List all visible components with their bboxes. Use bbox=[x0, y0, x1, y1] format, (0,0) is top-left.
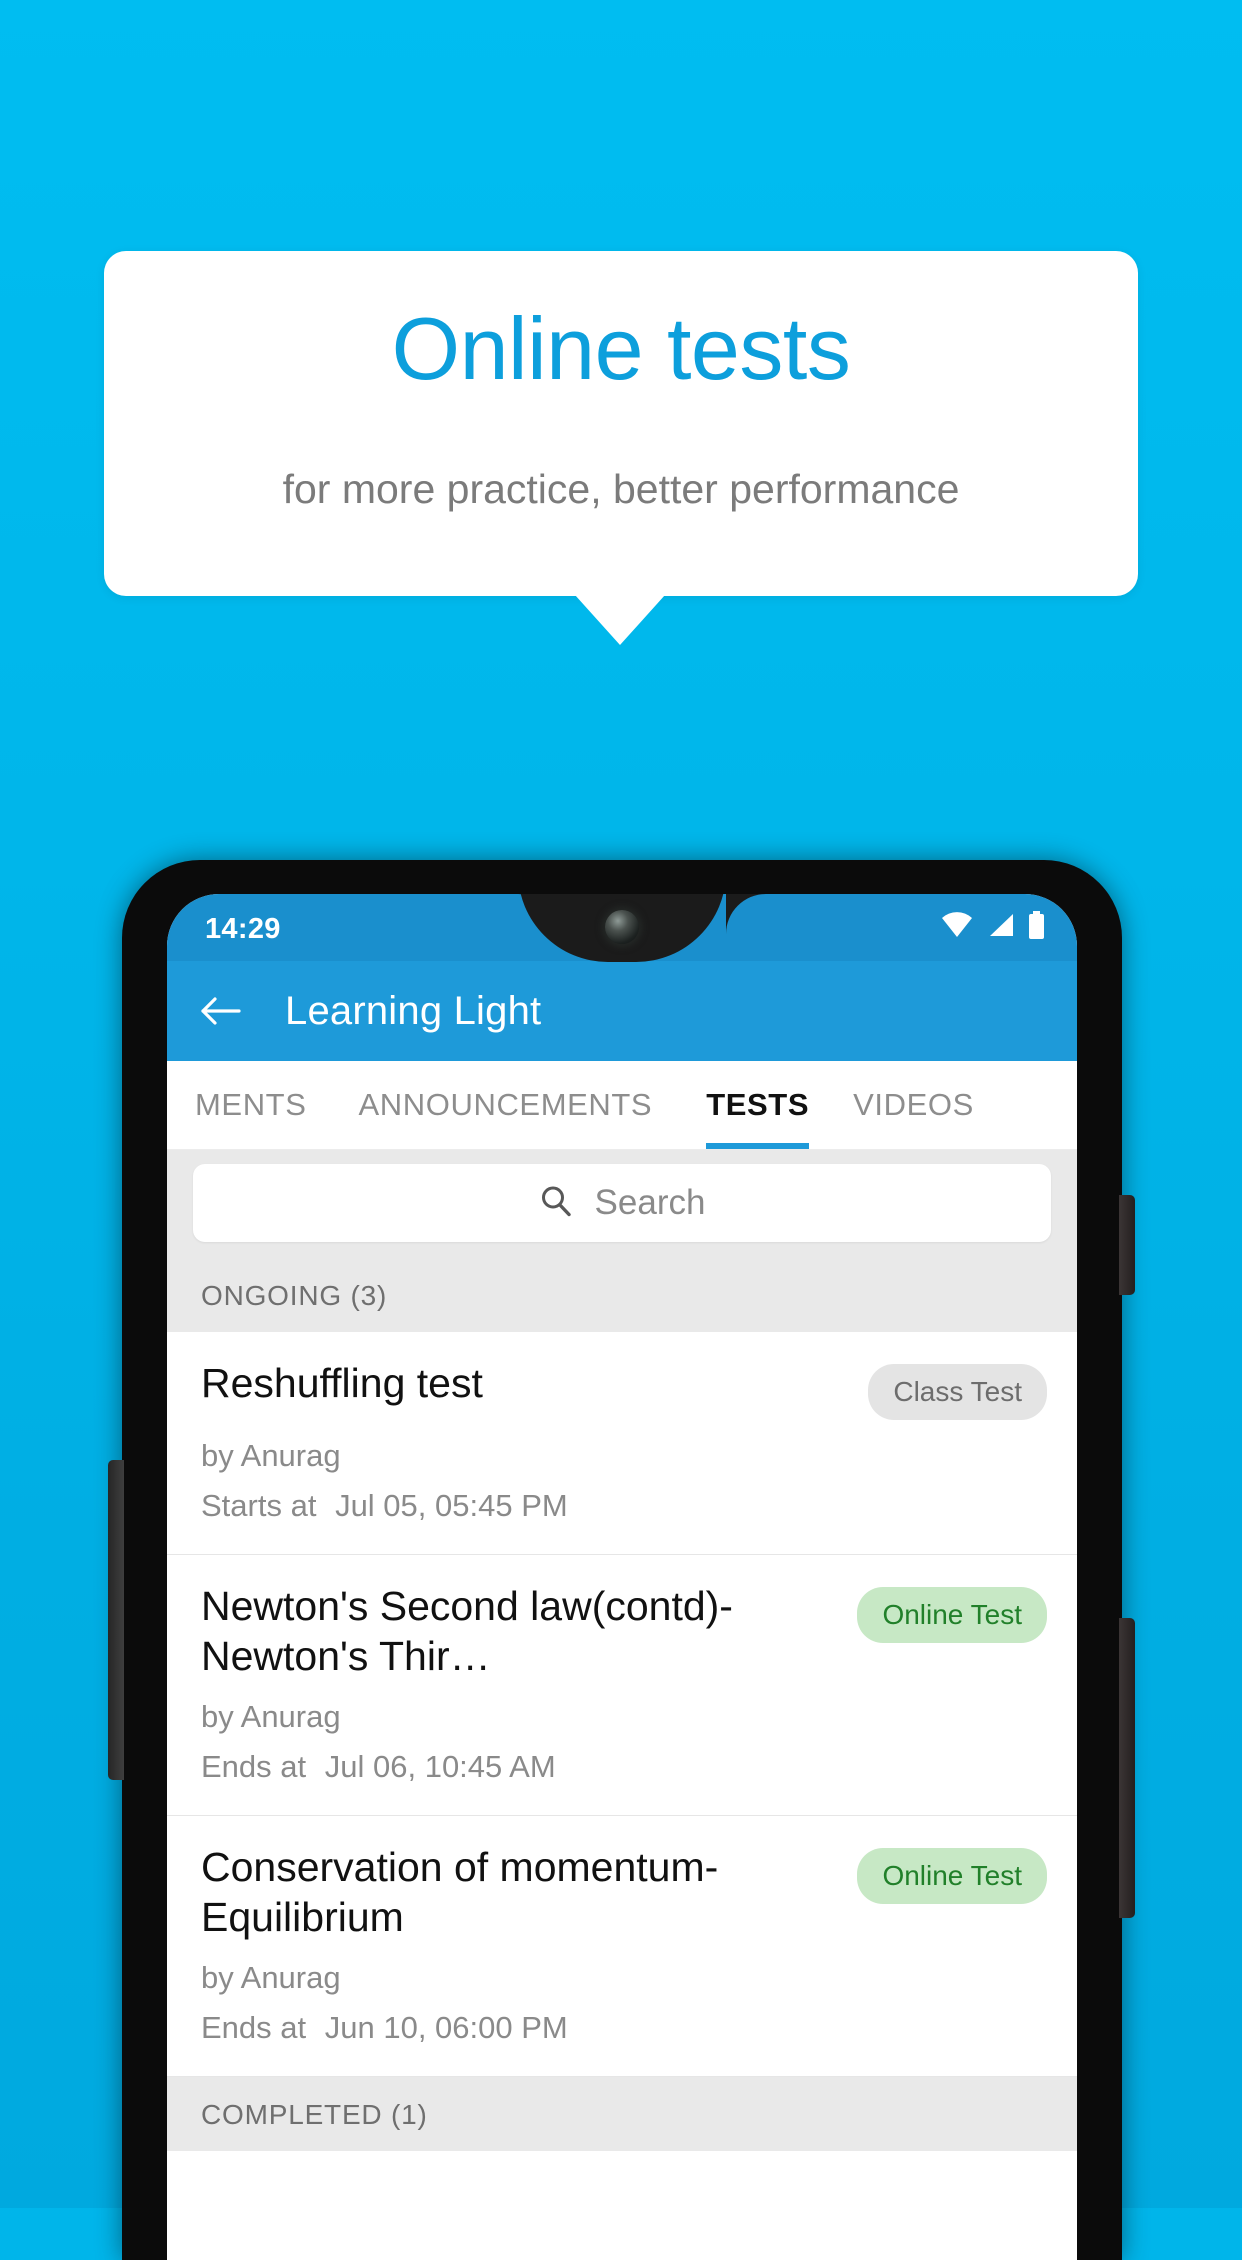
tab-tests[interactable]: TESTS bbox=[706, 1061, 810, 1149]
test-author: by Anurag bbox=[201, 1960, 341, 1996]
app-bar-title: Learning Light bbox=[285, 988, 542, 1033]
test-time-value: Jul 05, 05:45 PM bbox=[335, 1488, 568, 1523]
search-input[interactable]: Search bbox=[193, 1164, 1051, 1242]
app-bar: Learning Light bbox=[167, 961, 1077, 1061]
promo-title: Online tests bbox=[391, 299, 851, 398]
test-time-value: Jul 06, 10:45 AM bbox=[324, 1749, 556, 1785]
promo-subtitle: for more practice, better performance bbox=[282, 466, 960, 512]
phone-power-button bbox=[1119, 1195, 1135, 1295]
camera-notch bbox=[518, 894, 726, 962]
test-time: Ends at Jul 06, 10:45 AM bbox=[201, 1749, 1047, 1785]
battery-icon bbox=[1028, 911, 1045, 944]
row-header: Conservation of momentum-Equilibrium Onl… bbox=[201, 1842, 1047, 1942]
phone-bezel: 14:29 Learning Light MENTS ANNOUNCEMENTS… bbox=[167, 894, 1077, 2260]
status-bar-clock: 14:29 bbox=[205, 913, 281, 945]
phone-volume-button-right bbox=[1119, 1618, 1135, 1918]
promo-callout-card: Online tests for more practice, better p… bbox=[104, 251, 1138, 596]
phone-volume-button-left bbox=[108, 1460, 124, 1780]
test-title: Conservation of momentum-Equilibrium bbox=[201, 1844, 719, 1941]
test-author: by Anurag bbox=[201, 1699, 341, 1735]
test-time: Ends at Jun 10, 06:00 PM bbox=[201, 2010, 1047, 2046]
tab-bar: MENTS ANNOUNCEMENTS TESTS VIDEOS bbox=[167, 1061, 1077, 1150]
test-time-label: Ends at bbox=[201, 1749, 307, 1785]
search-icon bbox=[539, 1184, 573, 1223]
section-header-ongoing: ONGOING (3) bbox=[167, 1258, 1077, 1332]
phone-screen: 14:29 Learning Light MENTS ANNOUNCEMENTS… bbox=[167, 894, 1077, 2260]
row-header: Reshuffling test Class Test bbox=[201, 1358, 1047, 1420]
back-arrow-icon[interactable] bbox=[199, 989, 243, 1033]
search-placeholder: Search bbox=[594, 1183, 706, 1222]
status-bar: 14:29 bbox=[167, 894, 1077, 962]
test-time-label: Starts at bbox=[201, 1488, 317, 1523]
test-title: Newton's Second law(contd)-Newton's Thir… bbox=[201, 1583, 733, 1680]
tab-announcements[interactable]: ANNOUNCEMENTS bbox=[359, 1061, 653, 1149]
table-row[interactable]: Conservation of momentum-Equilibrium Onl… bbox=[167, 1816, 1077, 2078]
test-time-value: Jun 10, 06:00 PM bbox=[324, 2010, 568, 2046]
table-row[interactable]: Reshuffling test Class Test by Anurag St… bbox=[167, 1332, 1077, 1555]
status-badge: Class Test bbox=[868, 1364, 1047, 1420]
search-area: Search bbox=[167, 1150, 1077, 1258]
front-camera-icon bbox=[605, 910, 639, 944]
test-time-label: Ends at bbox=[201, 2010, 307, 2046]
promo-callout-tail bbox=[575, 595, 665, 645]
tab-assignments[interactable]: MENTS bbox=[195, 1061, 307, 1149]
signal-icon bbox=[986, 912, 1015, 943]
test-time: Starts at Jul 05, 05:45 PM bbox=[201, 1488, 1047, 1524]
status-bar-icons bbox=[941, 911, 1045, 944]
test-title: Reshuffling test bbox=[201, 1360, 483, 1406]
status-badge: Online Test bbox=[857, 1848, 1047, 1905]
table-row[interactable]: Newton's Second law(contd)-Newton's Thir… bbox=[167, 1555, 1077, 1817]
section-header-completed: COMPLETED (1) bbox=[167, 2077, 1077, 2152]
tab-videos[interactable]: VIDEOS bbox=[853, 1061, 974, 1149]
test-author: by Anurag bbox=[201, 1438, 341, 1473]
notch-ear-right bbox=[726, 894, 766, 934]
phone-mockup: 14:29 Learning Light MENTS ANNOUNCEMENTS… bbox=[122, 860, 1122, 2260]
row-header: Newton's Second law(contd)-Newton's Thir… bbox=[201, 1581, 1047, 1681]
wifi-icon bbox=[941, 912, 973, 943]
status-badge: Online Test bbox=[857, 1587, 1047, 1643]
